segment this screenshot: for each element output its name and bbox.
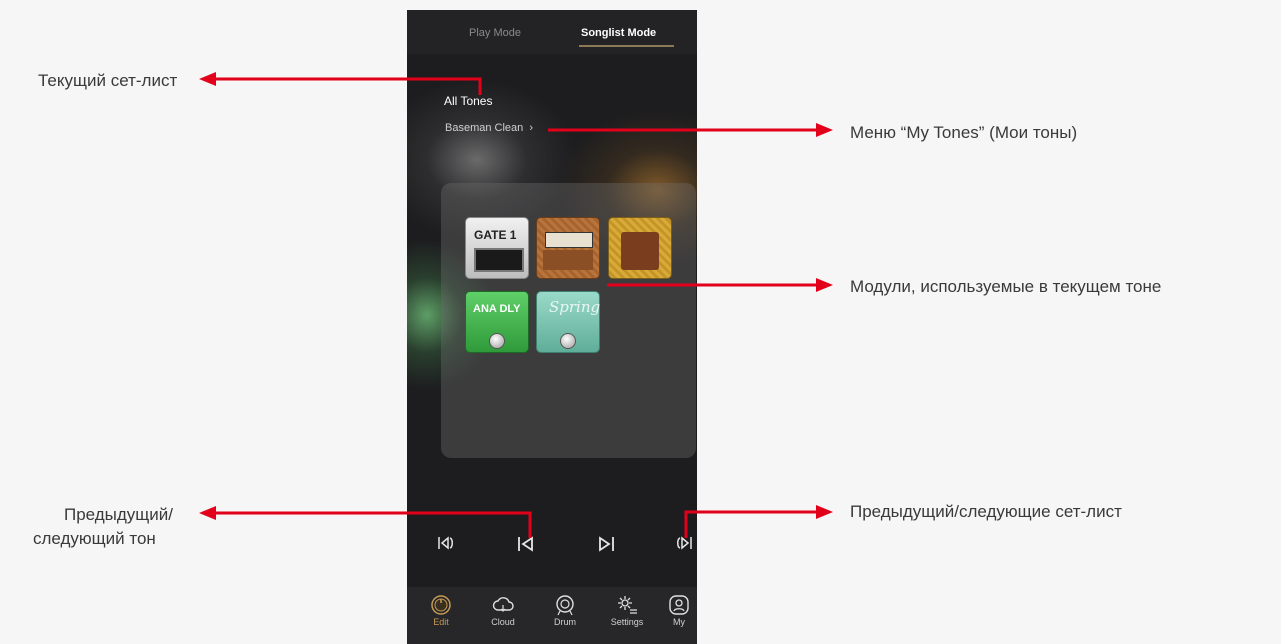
amp-control-panel <box>545 232 593 248</box>
chevron-right-icon: › <box>529 122 534 134</box>
module-amp[interactable] <box>536 217 600 279</box>
tab-songlist-mode[interactable]: Songlist Mode <box>581 27 656 39</box>
nav-cloud-label: Cloud <box>491 617 515 627</box>
nav-drum-label: Drum <box>554 617 576 627</box>
nav-my[interactable]: My <box>659 594 697 627</box>
module-spring[interactable]: Spring <box>536 291 600 353</box>
nav-cloud[interactable]: Cloud <box>473 594 533 627</box>
current-setlist[interactable]: All Tones <box>444 94 492 108</box>
app-screen: Play Mode Songlist Mode All Tones Basema… <box>407 10 697 644</box>
nav-my-label: My <box>673 617 685 627</box>
tone-name: Baseman Clean <box>445 122 524 134</box>
nav-drum[interactable]: Drum <box>535 594 595 627</box>
tone-menu-link[interactable]: Baseman Clean › <box>445 122 533 134</box>
module-ana-dly-label: ANA DLY <box>473 303 521 315</box>
prev-setlist-icon[interactable] <box>437 536 455 554</box>
module-ana-dly[interactable]: ANA DLY <box>465 291 529 353</box>
nav-settings-label: Settings <box>610 617 644 627</box>
annotation-modules: Модули, используемые в текущем тоне <box>850 277 1162 296</box>
module-cab[interactable] <box>608 217 672 279</box>
settings-icon <box>618 596 637 614</box>
user-icon <box>669 595 689 615</box>
nav-settings[interactable]: Settings <box>597 594 657 627</box>
annotation-my-tones-menu: Меню “My Tones” (Мои тоны) <box>850 123 1078 142</box>
footswitch-knob <box>489 333 505 349</box>
arrowhead-right <box>816 278 833 292</box>
module-gate-label: GATE 1 <box>474 228 517 242</box>
annotation-prev-next-tone-2: следующий тон <box>33 529 156 548</box>
annotation-current-setlist: Текущий сет-лист <box>38 71 178 90</box>
drum-icon <box>556 595 574 616</box>
amp-grill <box>543 250 593 270</box>
module-gate[interactable]: GATE 1 <box>465 217 529 279</box>
arrow-prev-next-setlist <box>684 510 818 538</box>
footswitch-knob <box>560 333 576 349</box>
prev-tone-icon[interactable] <box>517 536 535 557</box>
cloud-icon <box>492 597 514 612</box>
annotation-prev-next-setlist: Предыдущий/следующие сет-лист <box>850 502 1122 521</box>
cab-grill <box>621 232 659 270</box>
nav-edit-label: Edit <box>433 617 449 627</box>
annotation-prev-next-tone-1: Предыдущий/ <box>64 505 174 524</box>
nav-edit[interactable]: Edit <box>411 594 471 627</box>
next-setlist-icon[interactable] <box>675 536 693 554</box>
arrowhead-left <box>199 72 216 86</box>
tab-play-mode[interactable]: Play Mode <box>469 27 521 39</box>
active-tab-indicator <box>579 45 674 47</box>
module-spring-label: Spring <box>549 298 601 316</box>
footswitch-pad <box>474 248 524 272</box>
arrowhead-left <box>199 506 216 520</box>
arrowhead-right <box>816 123 833 137</box>
arrowhead-right <box>816 505 833 519</box>
mode-tabs: Play Mode Songlist Mode <box>407 10 697 54</box>
next-tone-icon[interactable] <box>597 536 615 557</box>
edit-knob-icon <box>431 595 451 615</box>
